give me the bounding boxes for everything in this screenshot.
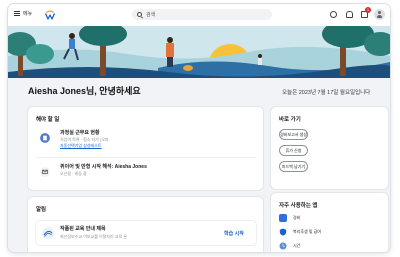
app-label: 경비 — [293, 215, 301, 220]
alert-subtitle: 최선정보수교 이보교를 이탈지리 교육 온 — [60, 234, 128, 239]
search-icon — [137, 12, 142, 17]
give-feedback-button[interactable]: 피드백 남기기 — [279, 161, 308, 172]
alerts-card: 알림 작품된 교육 안내 제목 최선정보수교 이보교를 이탈지리 교육 온 학습… — [28, 197, 263, 252]
create-expense-report-button[interactable]: 경비보고서 생성 — [279, 129, 308, 140]
menu-label: 메뉴 — [23, 11, 33, 17]
search-placeholder: 검색 — [146, 12, 156, 18]
task-envelope-icon — [40, 167, 50, 177]
task-title: 과정실 근무요 현황 — [60, 130, 100, 136]
welcome-banner-illustration — [8, 26, 390, 78]
task-clipboard-icon — [40, 133, 50, 143]
shortcuts-card: 바로 가기 경비보고서 생성 휴가 신청 피드백 남기기 — [271, 107, 388, 189]
todo-title: 해야 할 일 — [36, 117, 60, 123]
app-item-time[interactable]: 시간 — [279, 241, 300, 251]
today-date: 오늘은 2023년 7월 17일 월요일입니다 — [282, 90, 371, 96]
divider — [36, 157, 256, 158]
todo-card: 해야 할 일 과정실 근무요 현황 직업의 목록 · 협소 자가 (오파 자동선… — [28, 107, 263, 190]
top-navigation-bar: 메뉴 검색 1 — [8, 4, 390, 27]
request-time-off-button[interactable]: 휴가 신청 — [279, 145, 308, 156]
app-item-expenses[interactable]: 경비 — [279, 213, 300, 223]
profile-avatar[interactable] — [374, 9, 385, 20]
time-icon — [279, 242, 287, 250]
search-bar[interactable]: 검색 — [132, 9, 272, 20]
task-subtitle: 오산됨 · 회동 중 — [60, 171, 87, 176]
hamburger-icon — [14, 11, 20, 16]
app-window: 메뉴 검색 1 Aiesha Jones님, 안녕하세요 오늘은 2023년 7… — [8, 4, 390, 252]
frequent-apps-title: 자주 사용하는 앱 — [279, 203, 318, 209]
expense-icon — [279, 214, 287, 222]
inbox-count-badge: 1 — [365, 7, 371, 13]
task-link[interactable]: 자동선택기업 삼성테스트 — [60, 143, 102, 149]
shortcuts-title: 바로 가기 — [279, 117, 301, 123]
app-label: 복리후생 및 급여 — [293, 229, 321, 234]
chat-icon[interactable] — [330, 11, 337, 18]
notification-bell-icon[interactable] — [346, 11, 353, 18]
greeting-heading: Aiesha Jones님, 안녕하세요 — [28, 86, 141, 96]
frequent-apps-card: 자주 사용하는 앱 경비 복리후생 및 급여 시간 — [271, 193, 388, 252]
learning-icon — [42, 227, 54, 239]
alerts-title: 알림 — [36, 207, 47, 213]
app-item-benefits-pay[interactable]: 복리후생 및 급여 — [279, 227, 321, 237]
menu-button[interactable]: 메뉴 — [14, 10, 32, 17]
benefits-shield-icon — [279, 228, 287, 236]
alert-title: 작품된 교육 안내 제목 — [60, 226, 106, 232]
app-label: 시간 — [293, 243, 301, 248]
start-learning-link[interactable]: 학습 시작 — [224, 230, 244, 237]
workday-logo[interactable] — [44, 9, 56, 21]
task-item[interactable]: 퀴이어 및 만형 시작 해석: Aiesha Jones 오산됨 · 회동 중 — [36, 163, 256, 189]
alert-item[interactable]: 작품된 교육 안내 제목 최선정보수교 이보교를 이탈지리 교육 온 학습 시작 — [36, 221, 256, 245]
task-title: 퀴이어 및 만형 시작 해석: Aiesha Jones — [60, 164, 147, 170]
task-item[interactable]: 과정실 근무요 현황 직업의 목록 · 협소 자가 (오파 자동선택기업 삼성테… — [36, 129, 256, 155]
